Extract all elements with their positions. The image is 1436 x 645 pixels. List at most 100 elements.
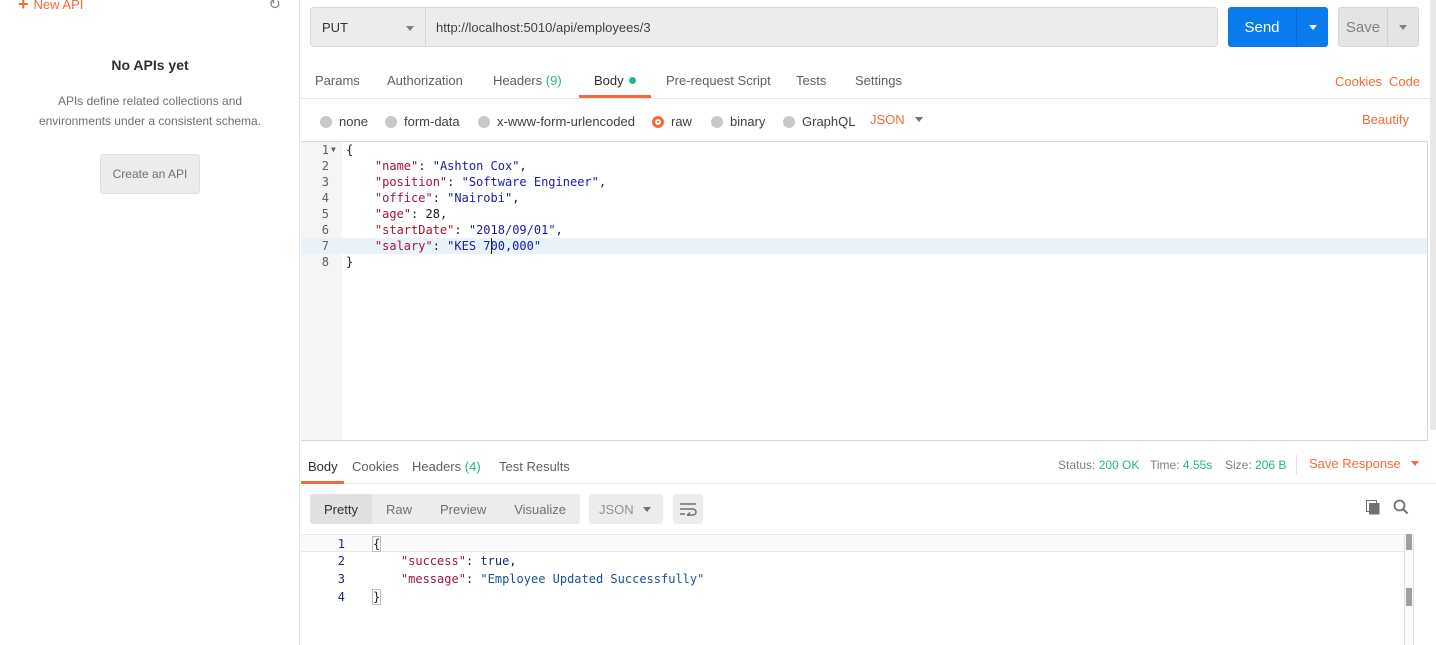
scroll-marker [1406, 534, 1412, 550]
view-tab-raw[interactable]: Raw [372, 494, 426, 524]
wrap-lines-button[interactable] [673, 494, 703, 524]
response-line: 3 "message": "Employee Updated Successfu… [301, 570, 1404, 588]
chevron-down-icon [643, 507, 651, 512]
view-tab-preview[interactable]: Preview [426, 494, 500, 524]
radio-raw-label: raw [671, 114, 692, 129]
json-key: "salary" [374, 239, 433, 253]
code-link[interactable]: Code [1389, 74, 1420, 89]
response-tab-headers[interactable]: Headers (4) [412, 459, 481, 474]
radio-graphql[interactable]: GraphQL [783, 114, 855, 129]
beautify-button[interactable]: Beautify [1362, 112, 1409, 127]
line-number: 4 [337, 590, 345, 604]
radio-urlencoded[interactable]: x-www-form-urlencoded [478, 114, 635, 129]
line-number: 1 [321, 143, 329, 157]
tab-headers[interactable]: Headers (9) [493, 73, 562, 88]
request-body-editor[interactable]: 1 ▼ { 2 "name": "Ashton Cox", 3 "positio… [301, 141, 1428, 441]
tab-authorization[interactable]: Authorization [387, 73, 463, 88]
code-text: } [346, 255, 354, 269]
view-tab-visualize[interactable]: Visualize [500, 494, 580, 524]
response-tab-headers-label: Headers [412, 459, 462, 474]
radio-binary[interactable]: binary [711, 114, 765, 129]
save-button[interactable]: Save [1338, 7, 1419, 47]
json-key: "name" [374, 159, 419, 173]
response-format-select[interactable]: JSON [589, 494, 663, 524]
response-headers-count: (4) [464, 459, 481, 474]
code-line: 3 "position": "Software Engineer", [301, 174, 1427, 190]
size-value: 206 B [1255, 458, 1287, 472]
scroll-marker [1406, 588, 1412, 606]
api-sidebar: + New API ↻ No APIs yet APIs define rela… [0, 0, 300, 645]
tab-prerequest-script[interactable]: Pre-request Script [666, 73, 771, 88]
radio-graphql-label: GraphQL [802, 114, 856, 129]
json-key: "age" [374, 207, 412, 221]
fold-arrow-icon[interactable]: ▼ [331, 142, 336, 158]
page-scrollbar[interactable] [1430, 0, 1436, 430]
response-tab-body[interactable]: Body [308, 459, 338, 474]
json-separator: , [519, 159, 527, 173]
tab-params[interactable]: Params [315, 73, 360, 88]
radio-circle-selected [652, 115, 664, 128]
send-label: Send [1244, 18, 1280, 36]
save-response-button[interactable]: Save Response [1309, 456, 1419, 471]
radio-urlencoded-label: x-www-form-urlencoded [497, 114, 635, 129]
line-number: 1 [337, 537, 345, 551]
json-value: "Ashton Cox" [432, 159, 520, 173]
line-number: 7 [321, 239, 329, 253]
radio-none-label: none [339, 114, 368, 129]
code-line: 2 "name": "Ashton Cox", [301, 158, 1427, 174]
json-value: "2018/09/01" [468, 223, 556, 237]
tab-tests[interactable]: Tests [796, 73, 826, 88]
response-time: Time: 4.55s [1150, 458, 1212, 472]
response-body-viewer[interactable]: 1 { 2 "success": true, 3 "message": "Emp… [301, 534, 1436, 645]
response-scrollbar[interactable] [1404, 534, 1414, 645]
send-button[interactable]: Send [1228, 7, 1328, 47]
code-line: 8 } [301, 254, 1427, 270]
save-response-label: Save Response [1309, 456, 1401, 471]
copy-icon[interactable] [1366, 500, 1380, 515]
response-line: 2 "success": true, [301, 552, 1404, 570]
code-line: 6 "startDate": "2018/09/01", [301, 222, 1427, 238]
json-key: "office" [374, 191, 433, 205]
save-options-button[interactable] [1388, 24, 1418, 30]
response-view-tabs: Pretty Raw Preview Visualize [310, 494, 581, 524]
json-key: "position" [374, 175, 448, 189]
response-tab-test-results[interactable]: Test Results [499, 459, 570, 474]
method-select[interactable]: PUT [310, 7, 426, 47]
radio-none[interactable]: none [320, 114, 368, 129]
tab-body[interactable]: Body [594, 73, 636, 88]
radio-raw[interactable]: raw [652, 114, 692, 129]
code-text: { [346, 143, 354, 157]
url-input[interactable]: http://localhost:5010/api/employees/3 [426, 7, 1218, 47]
radio-form-data-label: form-data [404, 114, 460, 129]
time-label: Time: [1150, 458, 1180, 472]
json-value: "Nairobi" [447, 191, 513, 205]
json-value: "Software Engineer" [461, 175, 599, 189]
chevron-down-icon [406, 26, 414, 31]
chevron-down-icon [914, 117, 923, 122]
request-panel: PUT http://localhost:5010/api/employees/… [301, 0, 1436, 645]
response-tab-cookies[interactable]: Cookies [352, 459, 399, 474]
tab-headers-label: Headers [493, 73, 543, 88]
response-status: Status: 200 OK [1058, 458, 1139, 472]
body-format-select[interactable]: JSON [870, 112, 923, 127]
search-icon[interactable] [1393, 499, 1409, 515]
create-api-button[interactable]: Create an API [100, 154, 200, 194]
line-number: 3 [337, 572, 345, 586]
radio-circle [478, 115, 490, 128]
radio-circle [711, 115, 723, 128]
new-api-button[interactable]: + New API [18, 0, 83, 13]
radio-circle [320, 115, 332, 128]
cookies-link[interactable]: Cookies [1335, 74, 1382, 89]
body-type-selector: none form-data x-www-form-urlencoded raw… [301, 100, 1436, 140]
chevron-down-icon [1410, 461, 1419, 466]
json-bracket: { [372, 536, 382, 552]
json-key: "message" [400, 572, 466, 586]
json-separator: , [509, 554, 517, 568]
send-options-button[interactable] [1297, 24, 1328, 30]
json-separator: , [439, 207, 448, 221]
radio-form-data[interactable]: form-data [385, 114, 460, 129]
view-tab-pretty[interactable]: Pretty [310, 494, 372, 524]
response-line-active: 1 { [301, 534, 1404, 552]
refresh-icon[interactable]: ↻ [268, 0, 281, 13]
tab-settings[interactable]: Settings [855, 73, 902, 88]
